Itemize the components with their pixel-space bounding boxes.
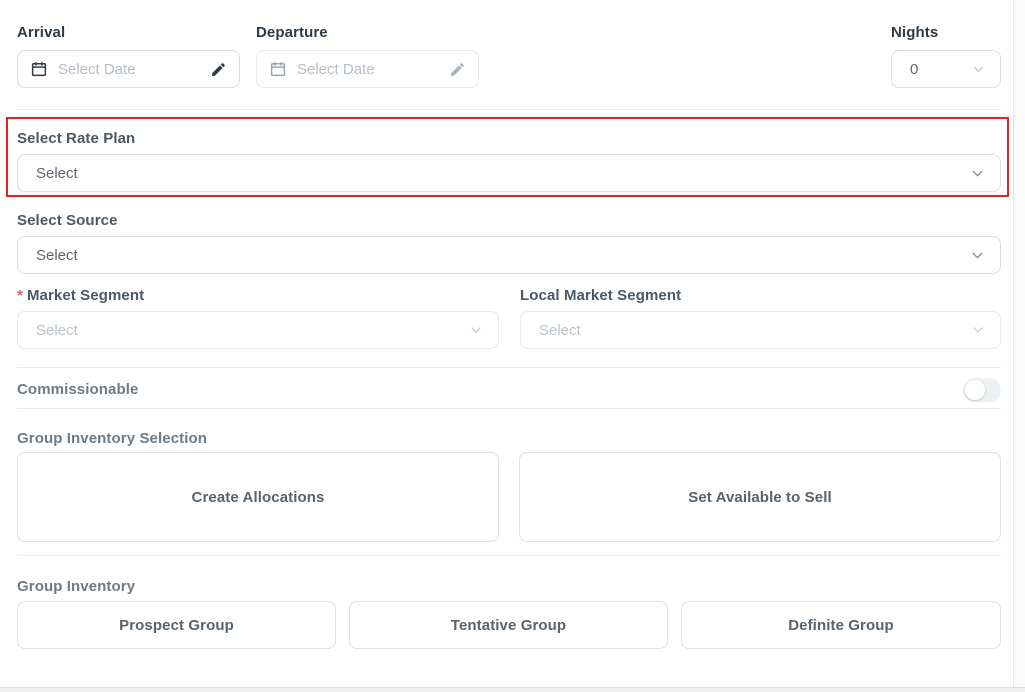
divider bbox=[17, 555, 1001, 556]
chevron-down-icon bbox=[969, 247, 986, 264]
market-segment-value: Select bbox=[36, 322, 78, 339]
arrival-date-placeholder: Select Date bbox=[58, 61, 136, 78]
market-segment-label: *Market Segment bbox=[17, 287, 144, 304]
departure-date-field[interactable]: Select Date bbox=[256, 50, 479, 88]
arrival-label: Arrival bbox=[17, 24, 65, 41]
toggle-knob bbox=[965, 380, 985, 400]
group-inventory-selection-label: Group Inventory Selection bbox=[17, 430, 207, 447]
source-value: Select bbox=[36, 247, 78, 264]
commissionable-toggle[interactable] bbox=[963, 378, 1001, 402]
divider bbox=[17, 408, 1001, 409]
prospect-group-button[interactable]: Prospect Group bbox=[17, 601, 336, 649]
edit-pencil-icon[interactable] bbox=[210, 61, 227, 78]
definite-group-button[interactable]: Definite Group bbox=[681, 601, 1001, 649]
arrival-date-field[interactable]: Select Date bbox=[17, 50, 240, 88]
required-asterisk: * bbox=[17, 287, 23, 304]
divider bbox=[17, 367, 1001, 368]
departure-label: Departure bbox=[256, 24, 328, 41]
rate-plan-select[interactable]: Select bbox=[17, 154, 1001, 192]
tentative-group-button[interactable]: Tentative Group bbox=[349, 601, 668, 649]
chevron-down-icon bbox=[971, 62, 986, 77]
nights-value: 0 bbox=[910, 61, 918, 78]
group-inventory-label: Group Inventory bbox=[17, 578, 135, 595]
departure-date-placeholder: Select Date bbox=[297, 61, 375, 78]
market-segment-select[interactable]: Select bbox=[17, 311, 499, 349]
chevron-down-icon bbox=[468, 322, 484, 338]
local-market-segment-label: Local Market Segment bbox=[520, 287, 681, 304]
bottom-edge bbox=[0, 687, 1025, 692]
chevron-down-icon bbox=[970, 322, 986, 338]
divider bbox=[17, 109, 1001, 110]
calendar-icon bbox=[30, 60, 48, 78]
create-allocations-button[interactable]: Create Allocations bbox=[17, 452, 499, 542]
nights-label: Nights bbox=[891, 24, 938, 41]
chevron-down-icon bbox=[969, 165, 986, 182]
nights-select[interactable]: 0 bbox=[891, 50, 1001, 88]
scrollbar-track[interactable] bbox=[1013, 0, 1025, 692]
set-available-to-sell-button[interactable]: Set Available to Sell bbox=[519, 452, 1001, 542]
local-market-segment-select[interactable]: Select bbox=[520, 311, 1001, 349]
source-select[interactable]: Select bbox=[17, 236, 1001, 274]
local-market-segment-value: Select bbox=[539, 322, 581, 339]
rate-plan-value: Select bbox=[36, 165, 78, 182]
calendar-icon bbox=[269, 60, 287, 78]
source-label: Select Source bbox=[17, 212, 118, 229]
group-booking-form: Arrival Select Date Departure Select Dat… bbox=[0, 0, 1025, 692]
edit-pencil-icon bbox=[449, 61, 466, 78]
commissionable-label: Commissionable bbox=[17, 381, 138, 398]
rate-plan-label: Select Rate Plan bbox=[17, 130, 135, 147]
